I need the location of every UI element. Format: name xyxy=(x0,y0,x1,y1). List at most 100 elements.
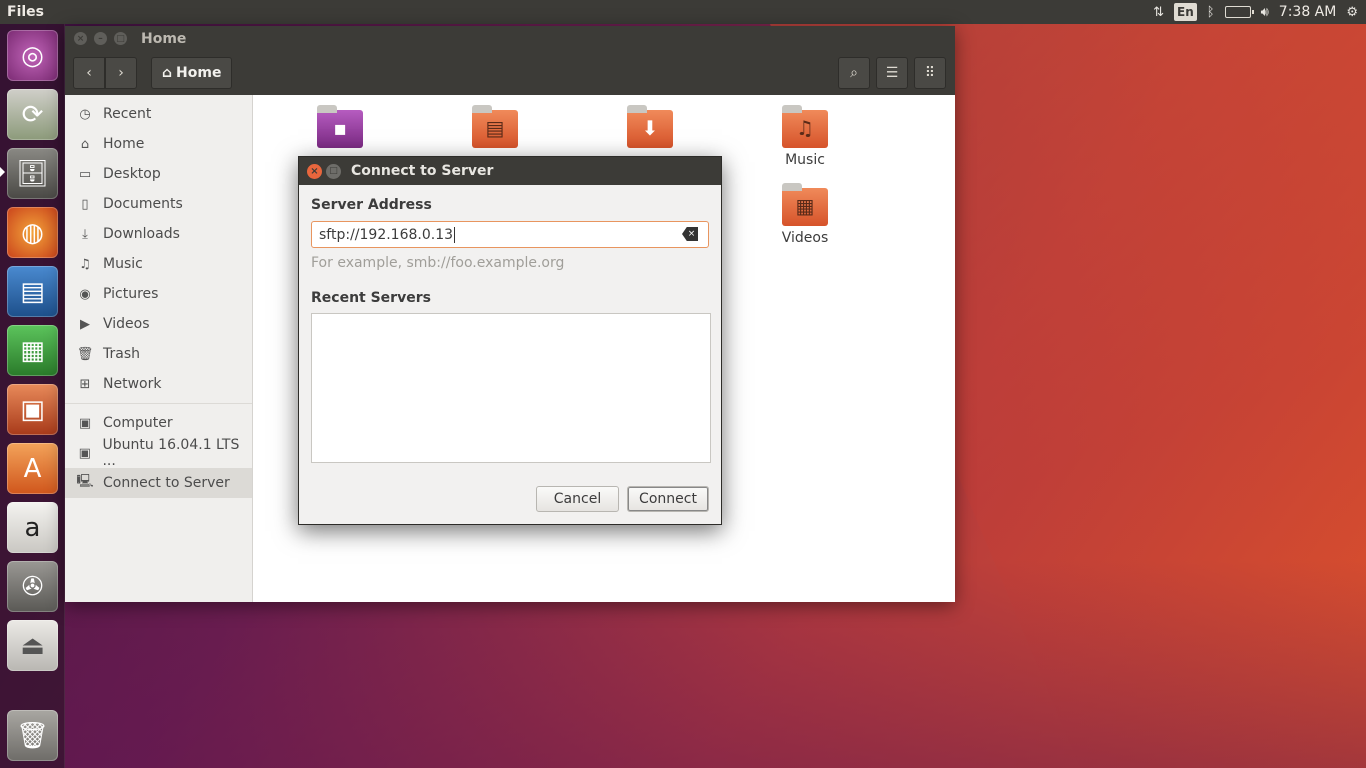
top-panel: Files ⇅ En ᛒ 🔊︎ 7:38 AM ⚙ xyxy=(0,0,1366,24)
path-label: Home xyxy=(176,65,222,81)
grid-icon: ⠿ xyxy=(924,65,936,81)
grid-view-button[interactable]: ⠿ xyxy=(914,57,946,89)
path-bar-home[interactable]: ⌂ Home xyxy=(151,57,233,89)
drive-icon: ▣ xyxy=(78,415,92,431)
sidebar-item-label: Desktop xyxy=(103,166,161,182)
firefox-icon[interactable]: ◍ xyxy=(7,207,58,258)
sidebar-item-downloads[interactable]: ⤓ Downloads xyxy=(65,219,252,249)
file-item[interactable]: ▪ xyxy=(295,105,385,152)
sidebar-item-label: Videos xyxy=(103,316,150,332)
sidebar-item-trash[interactable]: 🗑︎ Trash xyxy=(65,339,252,369)
download-icon: ⤓ xyxy=(82,226,88,242)
sidebar-item-computer[interactable]: ▣ Computer xyxy=(65,408,252,438)
trash-icon[interactable]: 🗑︎ xyxy=(7,710,58,761)
file-item[interactable]: ⬇ xyxy=(605,105,695,152)
sidebar-item-label: Computer xyxy=(103,415,173,431)
videos-folder-icon: ▦ xyxy=(782,183,828,226)
network-transfer-icon[interactable]: ⇅ xyxy=(1153,2,1164,22)
downloads-folder-icon: ⬇ xyxy=(627,105,673,148)
file-item[interactable]: ▦ Videos xyxy=(760,183,850,246)
text-cursor xyxy=(454,226,456,243)
server-address-label: Server Address xyxy=(311,197,432,213)
sidebar-item-documents[interactable]: ▯ Documents xyxy=(65,189,252,219)
connect-to-server-dialog: × □ Connect to Server Server Address sft… xyxy=(298,156,722,525)
recent-servers-label: Recent Servers xyxy=(311,290,431,306)
sidebar-item-recent[interactable]: ◷ Recent xyxy=(65,99,252,129)
search-icon: ⌕ xyxy=(850,65,858,81)
document-icon: ▯ xyxy=(81,196,89,212)
sidebar-separator xyxy=(65,403,252,404)
sidebar-item-pictures[interactable]: ◉ Pictures xyxy=(65,279,252,309)
sidebar-item-label: Ubuntu 16.04.1 LTS ... xyxy=(102,437,240,469)
bluetooth-icon[interactable]: ᛒ xyxy=(1207,2,1215,22)
toolbar-right: ⌕ ☰ ⠿ xyxy=(838,57,955,89)
sidebar-item-label: Music xyxy=(103,256,143,272)
sidebar-item-ubuntu-disc[interactable]: ▣ Ubuntu 16.04.1 LTS ... xyxy=(65,437,252,469)
list-icon: ☰ xyxy=(885,65,899,81)
impress-icon[interactable]: ▣ xyxy=(7,384,58,435)
dialog-title: Connect to Server xyxy=(351,163,494,179)
window-close-button[interactable]: × xyxy=(74,32,87,45)
settings-icon[interactable]: ✇ xyxy=(7,561,58,612)
disc-icon: ▣ xyxy=(78,445,91,461)
search-button[interactable]: ⌕ xyxy=(838,57,870,89)
home-icon: ⌂ xyxy=(80,136,90,152)
clock-icon: ◷ xyxy=(79,106,91,122)
file-name: Videos xyxy=(781,230,829,246)
sidebar-item-label: Documents xyxy=(103,196,183,212)
server-icon: 🖳 xyxy=(76,474,94,489)
connect-button[interactable]: Connect xyxy=(627,486,709,512)
clear-input-icon[interactable]: × xyxy=(682,227,698,241)
music-icon: ♫ xyxy=(79,256,91,272)
documents-folder-icon: ▤ xyxy=(472,105,518,148)
file-item[interactable]: ▤ xyxy=(450,105,540,152)
battery-icon[interactable] xyxy=(1224,2,1254,22)
dialog-close-button[interactable]: × xyxy=(307,163,322,179)
cancel-button[interactable]: Cancel xyxy=(536,486,619,512)
server-address-input[interactable]: sftp://192.168.0.13 × xyxy=(311,221,709,248)
folder-icon: ▭ xyxy=(78,166,92,182)
music-folder-icon: ♫ xyxy=(782,105,828,148)
sidebar-item-home[interactable]: ⌂ Home xyxy=(65,129,252,159)
server-address-hint: For example, smb://foo.example.org xyxy=(311,255,565,271)
amazon-icon[interactable]: a xyxy=(7,502,58,553)
window-maximize-button[interactable]: □ xyxy=(114,32,127,45)
video-icon: ▶ xyxy=(80,316,90,332)
sidebar-item-label: Pictures xyxy=(103,286,159,302)
recent-servers-list[interactable] xyxy=(311,313,711,463)
trash-icon: 🗑︎ xyxy=(76,346,94,362)
file-item[interactable]: ♫ Music xyxy=(760,105,850,168)
sidebar-item-network[interactable]: ⊞ Network xyxy=(65,369,252,399)
software-center-icon[interactable]: A xyxy=(7,443,58,494)
dialog-titlebar: × □ Connect to Server xyxy=(299,157,721,185)
writer-icon[interactable]: ▤ xyxy=(7,266,58,317)
sidebar-item-music[interactable]: ♫ Music xyxy=(65,249,252,279)
usb-drive-icon[interactable]: ⏏ xyxy=(7,620,58,671)
files-cabinet-icon[interactable]: 🗄︎ xyxy=(7,148,58,199)
file-name: Music xyxy=(785,152,825,168)
camera-icon: ◉ xyxy=(79,286,91,302)
sidebar-item-label: Connect to Server xyxy=(103,475,230,491)
updater-icon[interactable]: ⟳ xyxy=(7,89,58,140)
indicator-area: ⇅ En ᛒ 🔊︎ 7:38 AM ⚙ xyxy=(1153,2,1366,22)
dialog-minimize-button[interactable]: □ xyxy=(326,163,341,179)
window-toolbar: ‹ › ⌂ Home ⌕ ☰ ⠿ xyxy=(65,51,955,95)
back-button[interactable]: ‹ xyxy=(73,57,105,89)
network-icon: ⊞ xyxy=(79,376,91,392)
ubuntu-logo-icon[interactable]: ◎ xyxy=(7,30,58,81)
calc-icon[interactable]: ▦ xyxy=(7,325,58,376)
sidebar-item-desktop[interactable]: ▭ Desktop xyxy=(65,159,252,189)
sidebar-item-connect-to-server[interactable]: 🖳 Connect to Server xyxy=(65,468,252,498)
list-view-button[interactable]: ☰ xyxy=(876,57,908,89)
home-icon: ⌂ xyxy=(162,65,173,81)
system-gear-icon[interactable]: ⚙ xyxy=(1346,2,1358,22)
volume-icon[interactable]: 🔊︎ xyxy=(1261,2,1269,22)
sidebar-item-videos[interactable]: ▶ Videos xyxy=(65,309,252,339)
keyboard-layout-indicator[interactable]: En xyxy=(1174,3,1197,21)
window-minimize-button[interactable]: – xyxy=(94,32,107,45)
sidebar-item-label: Recent xyxy=(103,106,152,122)
clock[interactable]: 7:38 AM xyxy=(1279,2,1337,22)
forward-button[interactable]: › xyxy=(105,57,137,89)
launcher: ◎ ⟳ 🗄︎ ◍ ▤ ▦ ▣ A a ✇ ⏏ 🗑︎ xyxy=(0,24,65,768)
active-app-name: Files xyxy=(7,4,44,20)
